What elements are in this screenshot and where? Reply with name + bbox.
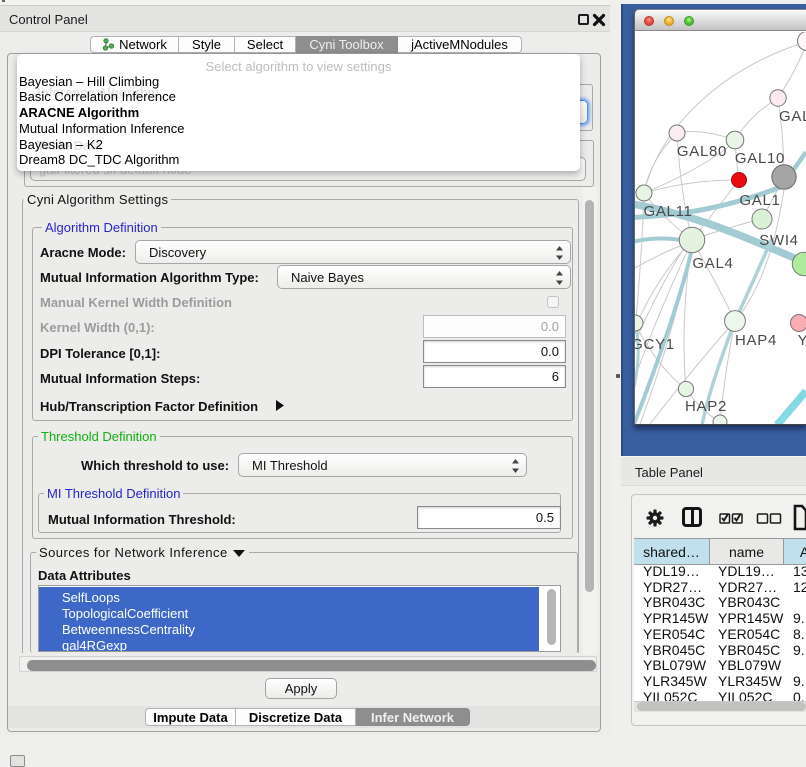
svg-text:GAL11: GAL11 (643, 203, 692, 220)
svg-text:GCY1: GCY1 (635, 336, 675, 353)
svg-text:Y: Y (798, 332, 806, 349)
svg-text:HAP4: HAP4 (735, 332, 777, 349)
svg-text:GAL1: GAL1 (739, 192, 780, 209)
svg-text:GAL7: GAL7 (779, 108, 806, 125)
svg-text:HAP2: HAP2 (685, 398, 727, 415)
svg-text:GAL10: GAL10 (735, 150, 785, 167)
svg-text:SWI4: SWI4 (759, 232, 798, 249)
svg-text:GAL80: GAL80 (677, 143, 727, 160)
svg-text:GAL4: GAL4 (692, 255, 733, 272)
